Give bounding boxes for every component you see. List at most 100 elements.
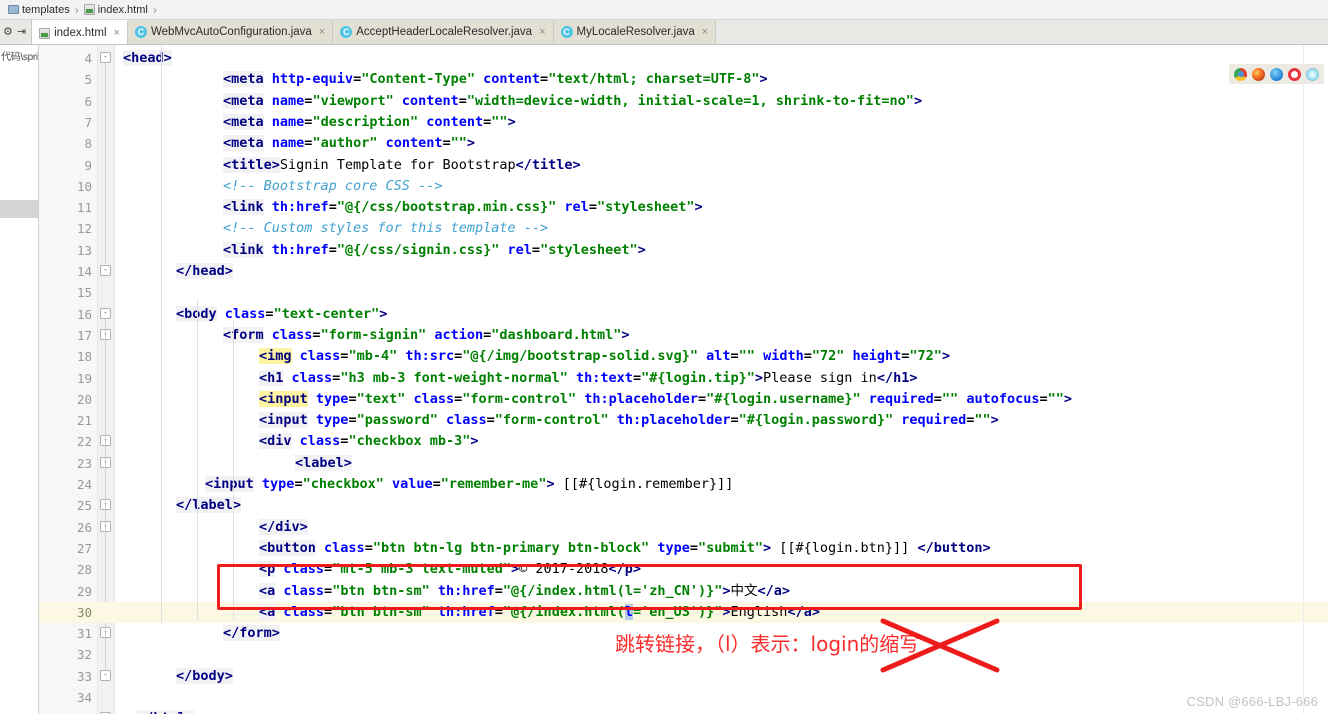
tab-webmvcautoconfiguration-java[interactable]: C WebMvcAutoConfiguration.java × (127, 20, 334, 44)
code-line[interactable]: <a class="btn btn-sm" th:href="@{/index.… (115, 581, 790, 602)
code-line[interactable]: <p class="mt-5 mb-3 text-muted">© 2017-2… (115, 559, 641, 580)
line-number-gutter[interactable]: ----------- 4567891011121314151617181920… (39, 45, 115, 714)
line-number: 15 (76, 285, 92, 301)
code-token: class (299, 348, 341, 365)
tab-acceptheaderlocaleresolver-java[interactable]: C AcceptHeaderLocaleResolver.java × (333, 20, 554, 44)
code-token: = (588, 199, 597, 216)
code-token: th:href (271, 199, 329, 216)
code-token: "h3 mb-3 font-weight-normal" (340, 369, 568, 386)
code-line[interactable]: <meta name="author" content=""> (115, 133, 475, 154)
code-token: <form (223, 326, 264, 343)
code-token: > (722, 582, 731, 599)
settings-gear-icon[interactable]: ⚙ (3, 26, 13, 38)
code-token: name (271, 135, 305, 152)
code-token: > (763, 539, 772, 556)
code-token: "btn btn-lg btn-primary btn-block" (372, 539, 650, 556)
fold-toggle-icon[interactable]: - (100, 669, 111, 681)
fold-toggle-icon[interactable]: - (100, 307, 111, 319)
safari-icon[interactable] (1306, 67, 1319, 81)
code-token: > (507, 113, 516, 130)
code-line[interactable]: <meta http-equiv="Content-Type" content=… (115, 69, 768, 90)
code-token: [[#{login.btn}]] (771, 539, 918, 556)
code-line[interactable]: </form> (115, 623, 280, 644)
close-icon[interactable]: × (699, 26, 708, 38)
line-number: 10 (76, 178, 92, 194)
code-line[interactable]: <body class="text-center"> (115, 304, 387, 325)
code-line[interactable]: </label> (115, 495, 242, 516)
code-token: "checkbox mb-3" (348, 433, 471, 450)
code-token: "#{login.username}" (706, 390, 861, 407)
code-line[interactable]: <a class="btn btn-sm" th:href="@{/index.… (115, 602, 820, 623)
code-token: = (348, 412, 357, 429)
code-token: "@{/img/bootstrap-solid.svg}" (462, 348, 698, 365)
code-line[interactable]: </div> (115, 517, 308, 538)
code-token: = (348, 390, 357, 407)
edge-icon[interactable] (1270, 67, 1283, 81)
code-line[interactable]: <input type="text" class="form-control" … (115, 389, 1072, 410)
opera-icon[interactable] (1288, 67, 1301, 81)
breadcrumb-item-index-html[interactable]: index.html (80, 1, 152, 19)
code-token: "author" (312, 135, 378, 152)
code-line[interactable]: <img class = "mb-4" th:src = "@{/img/bootstr… (115, 346, 950, 367)
code-line[interactable]: <div class="checkbox mb-3"> (115, 431, 479, 452)
code-line[interactable]: </html> (115, 708, 194, 714)
close-icon[interactable]: × (111, 27, 120, 39)
project-tree-strip[interactable]: 代码\sprin (0, 45, 39, 714)
line-number: 6 (84, 93, 92, 109)
code-line[interactable]: <head> (115, 48, 172, 69)
code-line[interactable]: <meta name="viewport" content="width=dev… (115, 91, 922, 112)
code-token: ='en_US')}" (632, 603, 723, 620)
code-line[interactable]: <link th:href="@{/css/signin.css}" rel="… (115, 240, 646, 261)
code-token: > (754, 369, 764, 386)
collapse-all-icon[interactable]: ⇥ (17, 26, 26, 38)
code-token: </button> (917, 539, 991, 556)
code-token: "form-control" (462, 390, 577, 407)
chrome-icon[interactable] (1234, 67, 1247, 81)
tab-index-html[interactable]: index.html × (32, 20, 128, 44)
code-line[interactable]: <!-- Bootstrap core CSS --> (115, 176, 442, 197)
code-line[interactable]: <form class="form-signin" action="dashbo… (115, 325, 629, 346)
breadcrumb-item-templates[interactable]: templates (4, 1, 74, 19)
close-icon[interactable]: × (536, 26, 545, 38)
code-line[interactable]: </body> (115, 666, 233, 687)
code-token: th:href (271, 241, 329, 258)
code-token: content (426, 113, 484, 130)
close-icon[interactable]: × (316, 26, 325, 38)
code-line[interactable]: <input type="checkbox" value="remember-m… (115, 474, 733, 495)
code-token: Please sign in (763, 369, 877, 386)
line-number: 21 (76, 413, 92, 429)
code-line[interactable]: <input type="password" class="form-contr… (115, 410, 999, 431)
code-line[interactable]: </head> (115, 261, 233, 282)
code-line[interactable]: <h1 class = "h3 mb-3 font-weight-normal" t… (115, 368, 917, 389)
code-token: = (632, 369, 642, 386)
code-token: = (294, 476, 303, 492)
fold-toggle-icon[interactable]: - (100, 52, 111, 63)
code-line[interactable]: <meta name="description" content=""> (115, 112, 516, 133)
code-token: class (224, 305, 266, 322)
tab-mylocaleresolver-java[interactable]: C MyLocaleResolver.java × (553, 20, 717, 44)
code-line[interactable]: <title>Signin Template for Bootstrap</ti… (115, 155, 581, 176)
code-line[interactable]: <!-- Custom styles for this template --> (115, 218, 548, 239)
code-token: "mb-4" (348, 348, 398, 365)
code-token: > (1063, 390, 1073, 407)
code-token: </body> (176, 667, 233, 684)
code-token: = (312, 326, 321, 343)
code-line[interactable]: <link th:href="@{/css/bootstrap.min.css}… (115, 197, 703, 218)
firefox-icon[interactable] (1252, 67, 1265, 81)
code-editor[interactable]: <head> <meta http-equiv="Content-Type" co… (115, 45, 1328, 714)
line-number: 11 (76, 200, 92, 216)
code-token: </div> (259, 518, 308, 535)
line-number: 9 (84, 157, 92, 173)
code-token: <div (259, 433, 292, 450)
line-number: 25 (76, 498, 92, 514)
fold-toggle-icon[interactable]: - (100, 265, 111, 276)
code-token: autofocus (966, 390, 1040, 407)
code-token: = (353, 71, 362, 88)
code-line[interactable]: <button class="btn btn-lg btn-primary bt… (115, 538, 991, 559)
code-token: type (657, 539, 690, 556)
